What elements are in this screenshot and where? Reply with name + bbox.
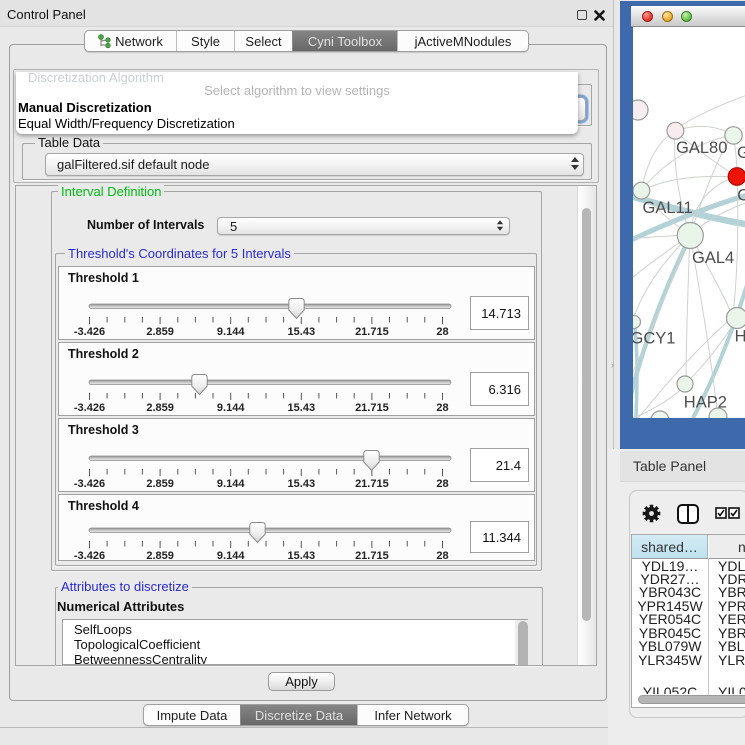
svg-text:2.859: 2.859 bbox=[146, 550, 174, 562]
svg-text:9.144: 9.144 bbox=[217, 326, 245, 338]
svg-text:21.715: 21.715 bbox=[355, 550, 389, 562]
svg-text:28: 28 bbox=[436, 326, 448, 338]
svg-text:21.715: 21.715 bbox=[355, 326, 389, 338]
svg-text:2.859: 2.859 bbox=[146, 478, 174, 490]
svg-text:2.859: 2.859 bbox=[146, 326, 174, 338]
svg-text:15.43: 15.43 bbox=[288, 478, 316, 490]
svg-text:28: 28 bbox=[436, 402, 448, 414]
svg-text:21.715: 21.715 bbox=[355, 478, 389, 490]
svg-text:28: 28 bbox=[436, 550, 448, 562]
svg-text:28: 28 bbox=[436, 478, 448, 490]
svg-text:-3.426: -3.426 bbox=[74, 478, 105, 490]
svg-text:21.715: 21.715 bbox=[355, 402, 389, 414]
svg-text:15.43: 15.43 bbox=[288, 326, 316, 338]
svg-text:GA: GA bbox=[737, 144, 745, 162]
svg-text:15.43: 15.43 bbox=[288, 402, 316, 414]
svg-text:9.144: 9.144 bbox=[217, 402, 245, 414]
svg-text:9.144: 9.144 bbox=[217, 550, 245, 562]
svg-text:C: C bbox=[737, 187, 745, 205]
svg-text:GAL80: GAL80 bbox=[676, 139, 727, 157]
svg-text:9.144: 9.144 bbox=[217, 478, 245, 490]
svg-text:GAL4: GAL4 bbox=[692, 249, 734, 267]
svg-text:HAP2: HAP2 bbox=[684, 394, 727, 412]
svg-text:H: H bbox=[735, 328, 745, 346]
svg-text:-3.426: -3.426 bbox=[74, 550, 105, 562]
svg-text:15.43: 15.43 bbox=[288, 550, 316, 562]
svg-text:-3.426: -3.426 bbox=[74, 326, 105, 338]
svg-text:GCY1: GCY1 bbox=[633, 330, 675, 348]
svg-text:2.859: 2.859 bbox=[146, 402, 174, 414]
svg-text:GAL11: GAL11 bbox=[643, 199, 693, 217]
svg-text:-3.426: -3.426 bbox=[74, 402, 105, 414]
